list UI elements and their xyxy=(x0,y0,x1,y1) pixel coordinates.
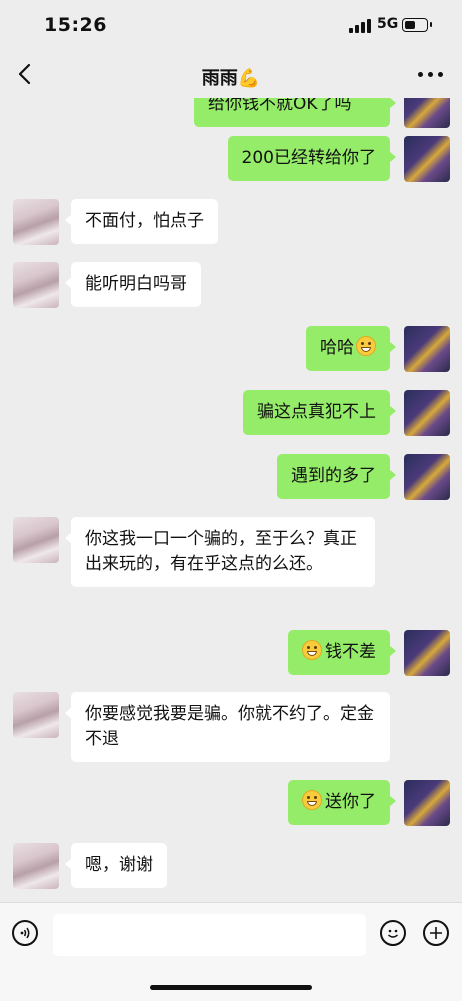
message-bubble[interactable]: 哈哈 xyxy=(306,326,396,371)
avatar[interactable] xyxy=(404,326,450,372)
home-indicator xyxy=(150,985,312,990)
message-text: 遇到的多了 xyxy=(291,466,376,486)
chat-title: 雨雨💪 xyxy=(201,68,261,89)
message-text: 200已经转给你了 xyxy=(241,148,376,168)
emoji-icon[interactable] xyxy=(380,920,406,946)
grimacing-face-icon xyxy=(302,790,322,810)
message-text: 嗯，谢谢 xyxy=(85,855,153,875)
message-bubble[interactable]: 遇到的多了 xyxy=(277,454,396,499)
message-bubble[interactable]: 骗这点真犯不上 xyxy=(243,390,396,435)
avatar[interactable] xyxy=(13,199,59,245)
message-text: 哈哈 xyxy=(320,338,354,358)
message-bubble[interactable]: 不面付，怕点子 xyxy=(65,199,218,244)
avatar[interactable] xyxy=(404,136,450,182)
avatar[interactable] xyxy=(404,390,450,436)
message-text: 不面付，怕点子 xyxy=(85,211,204,231)
avatar[interactable] xyxy=(404,630,450,676)
avatar[interactable] xyxy=(404,780,450,826)
message-text: 送你了 xyxy=(325,792,376,812)
avatar[interactable] xyxy=(13,262,59,308)
plus-icon[interactable] xyxy=(423,920,449,946)
avatar[interactable] xyxy=(404,454,450,500)
message-bubble[interactable]: 钱不差 xyxy=(288,630,396,675)
message-text: 骗这点真犯不上 xyxy=(257,402,376,422)
message-bubble[interactable]: 嗯，谢谢 xyxy=(65,843,167,888)
message-bubble[interactable]: 你这我一口一个骗的，至于么？真正出来玩的，有在乎这点的么还。 xyxy=(65,517,375,587)
grinning-face-icon xyxy=(356,336,376,356)
message-text: 能听明白吗哥 xyxy=(85,274,187,294)
message-bubble[interactable]: 送你了 xyxy=(288,780,396,825)
message-bubble[interactable]: 200已经转给你了 xyxy=(227,136,397,181)
message-text: 你这我一口一个骗的，至于么？真正出来玩的，有在乎这点的么还。 xyxy=(85,529,357,574)
avatar[interactable] xyxy=(13,843,59,889)
more-dots-icon[interactable] xyxy=(418,72,444,78)
message-list[interactable]: 给你钱不就OK了吗 200已经转给你了 不面付，怕点子 能听明白吗哥 哈哈 骗这… xyxy=(0,0,462,902)
avatar[interactable] xyxy=(13,517,59,563)
message-bubble[interactable]: 能听明白吗哥 xyxy=(65,262,201,307)
grinning-face-icon xyxy=(302,640,322,660)
message-bubble[interactable]: 你要感觉我要是骗。你就不约了。定金不退 xyxy=(65,692,390,762)
message-text: 钱不差 xyxy=(325,642,376,662)
message-input[interactable] xyxy=(53,914,366,956)
chat-header: 雨雨💪 xyxy=(0,52,462,98)
avatar[interactable] xyxy=(13,692,59,738)
voice-icon[interactable] xyxy=(12,920,38,946)
message-text: 你要感觉我要是骗。你就不约了。定金不退 xyxy=(85,704,374,749)
